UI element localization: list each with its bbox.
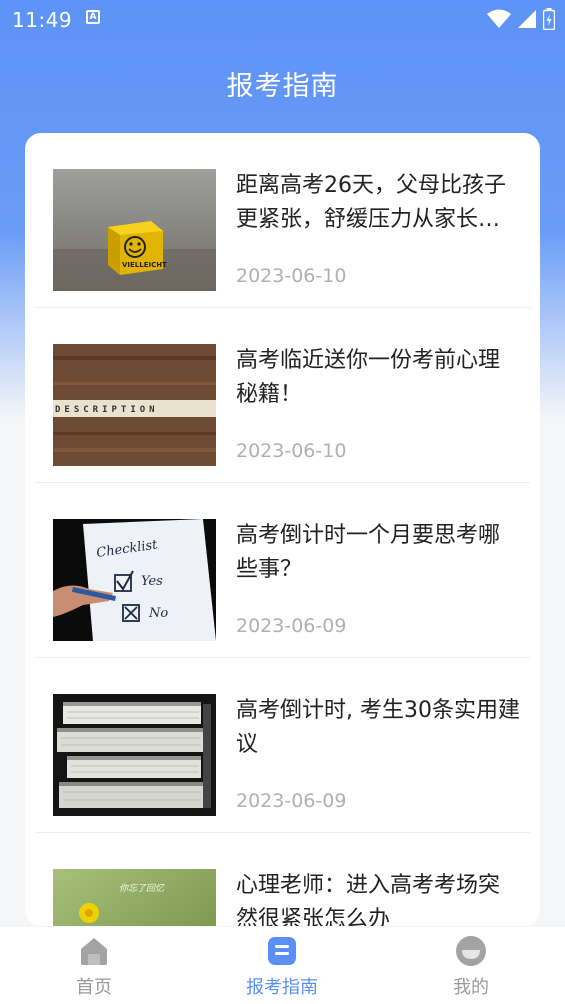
article-title[interactable]: 高考倒计时一个月要思考哪些事？	[236, 519, 521, 587]
wifi-icon	[487, 9, 511, 28]
tab-label: 报考指南	[246, 977, 318, 998]
image-caption: 你忘了回忆	[119, 883, 165, 894]
article-title[interactable]: 高考倒计时, 考生30条实用建议	[236, 694, 521, 762]
article-title[interactable]: 距离高考26天，父母比孩子更紧张，舒缓压力从家长做起	[236, 169, 521, 237]
guide-icon	[268, 937, 296, 965]
article-list[interactable]: VIELLEICHT 距离高考26天，父母比孩子更紧张，舒缓压力从家长做起 20…	[25, 133, 540, 926]
status-bar: 11:49 A	[0, 0, 565, 38]
article-thumbnail: Checklist Yes No	[53, 519, 216, 641]
signal-icon	[518, 10, 536, 28]
status-time: 11:49	[12, 8, 73, 32]
status-icons	[487, 8, 555, 30]
article-thumbnail: VIELLEICHT	[53, 169, 216, 291]
tab-label: 我的	[453, 977, 489, 998]
notification-badge-icon: A	[86, 10, 100, 24]
article-date: 2023-06-09	[236, 790, 347, 812]
article-title[interactable]: 高考临近送你一份考前心理秘籍！	[236, 344, 521, 412]
article-item[interactable]: 高考倒计时, 考生30条实用建议 2023-06-09	[25, 658, 540, 833]
article-item[interactable]: VIELLEICHT 距离高考26天，父母比孩子更紧张，舒缓压力从家长做起 20…	[25, 133, 540, 308]
article-title[interactable]: 心理老师：进入高考考场突然很紧张怎么办	[236, 869, 521, 926]
checklist-yes: Yes	[141, 574, 163, 589]
page-title: 报考指南	[226, 71, 339, 102]
tab-home[interactable]: 首页	[0, 927, 188, 1004]
article-date: 2023-06-09	[236, 615, 347, 637]
article-date: 2023-06-10	[236, 440, 347, 462]
cube-label: VIELLEICHT	[122, 261, 167, 269]
tiles-label: DESCRIPTION	[55, 405, 159, 415]
article-item[interactable]: DESCRIPTION 高考临近送你一份考前心理秘籍！ 2023-06-10	[25, 308, 540, 483]
home-icon	[81, 938, 107, 965]
article-thumbnail: 你忘了回忆	[53, 869, 216, 926]
tab-profile[interactable]: 我的	[377, 927, 565, 1004]
article-thumbnail	[53, 694, 216, 816]
tab-label: 首页	[76, 977, 112, 998]
article-thumbnail: DESCRIPTION	[53, 344, 216, 466]
tab-guide[interactable]: 报考指南	[188, 927, 376, 1004]
article-item[interactable]: Checklist Yes No 高考倒计时一个月要思考哪些事？ 2023-06…	[25, 483, 540, 658]
checklist-no: No	[148, 606, 168, 621]
bottom-tab-bar: 首页 报考指南 我的	[0, 927, 565, 1004]
profile-icon	[456, 936, 486, 966]
battery-icon	[543, 8, 555, 30]
article-date: 2023-06-10	[236, 265, 347, 287]
article-item[interactable]: 你忘了回忆 心理老师：进入高考考场突然很紧张怎么办	[25, 833, 540, 926]
